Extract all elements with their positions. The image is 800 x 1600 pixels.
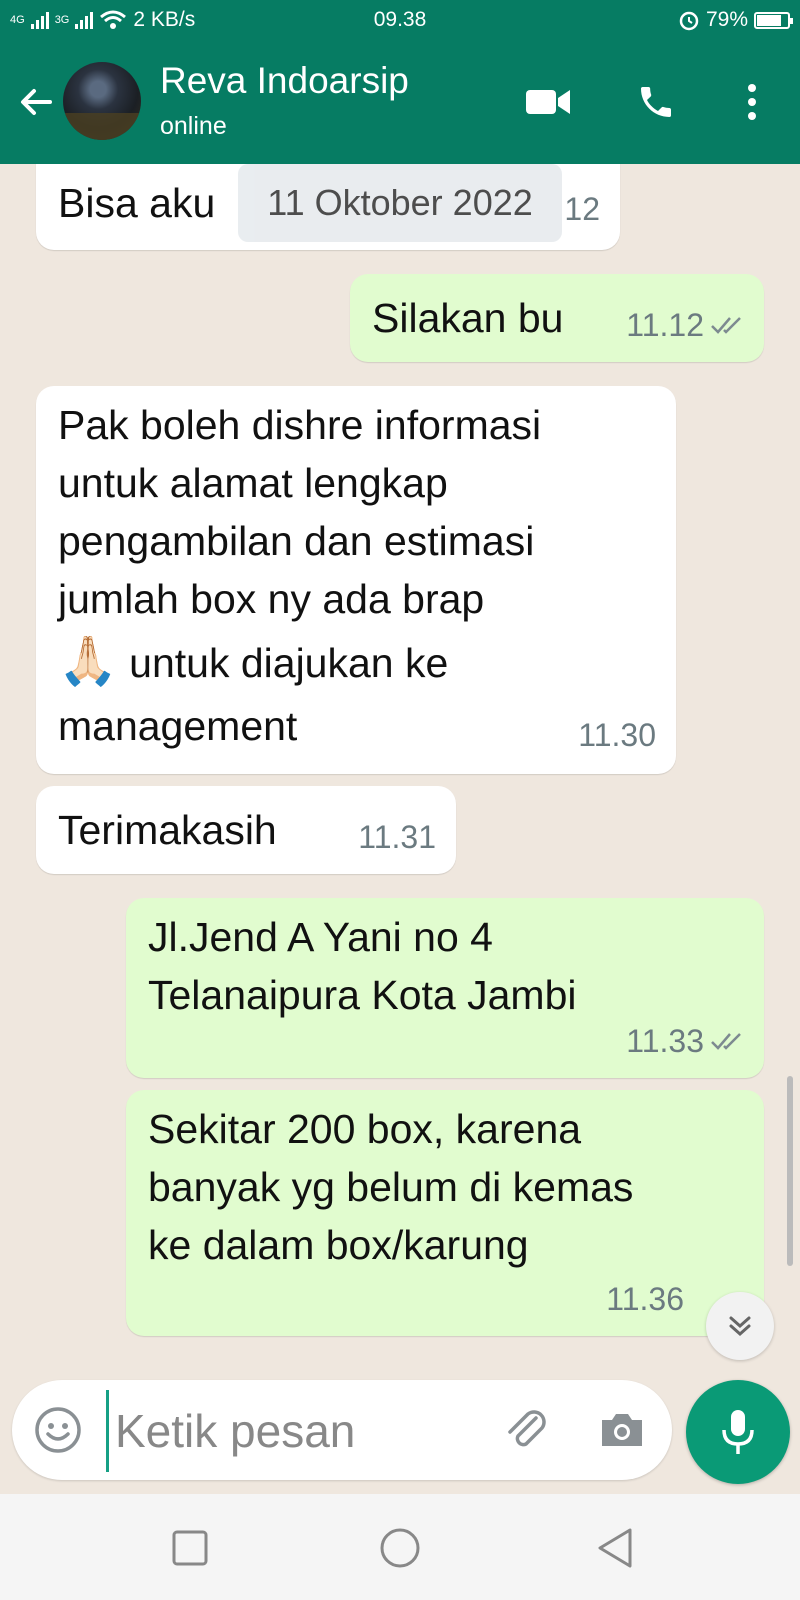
message-bubble-incoming[interactable]: Pak boleh dishre informasi untuk alamat … [36, 386, 676, 774]
double-chevron-down-icon [729, 1316, 751, 1337]
message-time: 11.36 [606, 1281, 684, 1317]
video-call-icon[interactable] [524, 78, 572, 126]
message-line: pengambilan dan estimasi [58, 518, 535, 564]
contact-name[interactable]: Reva Indoarsip [160, 60, 409, 102]
battery-percent: 79% [705, 8, 748, 31]
more-options-icon[interactable] [728, 78, 776, 126]
message-composer [12, 1380, 672, 1480]
message-time: 11.30 [578, 717, 656, 753]
message-line: Pak boleh dishre informasi [58, 402, 542, 448]
back-icon[interactable] [592, 1524, 640, 1572]
system-nav-bar [0, 1494, 800, 1600]
message-bubble-outgoing[interactable]: Silakan bu 11.12 [350, 274, 764, 362]
recents-icon[interactable] [166, 1524, 214, 1572]
message-input[interactable] [106, 1390, 477, 1472]
battery-fill [757, 14, 781, 26]
contact-status: online [160, 112, 227, 140]
voice-record-button[interactable] [686, 1380, 790, 1484]
chat-area[interactable]: Bisa aku 12 11 Oktober 2022 Silakan bu 1… [0, 164, 800, 1492]
double-check-icon [711, 1033, 741, 1050]
message-time: 12 [564, 191, 600, 227]
microphone-icon [722, 1410, 754, 1454]
message-bubble-incoming[interactable]: Terimakasih 11.31 [36, 786, 456, 874]
message-bubble-outgoing[interactable]: Jl.Jend A Yani no 4 Telanaipura Kota Jam… [126, 898, 764, 1078]
scrollbar[interactable] [787, 1076, 793, 1266]
message-line: jumlah box ny ada brap [58, 576, 485, 622]
message-text: Bisa aku [58, 180, 216, 226]
message-line: ke dalam box/karung [148, 1222, 529, 1268]
message-line: management [58, 703, 298, 749]
home-icon[interactable] [376, 1524, 424, 1572]
message-line: untuk alamat lengkap [58, 460, 448, 506]
status-right: 79% [678, 8, 793, 32]
message-line: Sekitar 200 box, karena [148, 1106, 582, 1152]
phone-icon[interactable] [632, 78, 680, 126]
date-chip: 11 Oktober 2022 [238, 164, 562, 242]
status-bar: 4G 3G 2 KB/s 09.38 79% [0, 0, 800, 40]
message-line: banyak yg belum di kemas [148, 1164, 634, 1210]
emoji-icon[interactable] [34, 1406, 82, 1454]
scroll-to-bottom-button[interactable] [706, 1292, 774, 1360]
double-check-icon [711, 317, 741, 334]
attach-icon[interactable] [500, 1404, 552, 1456]
message-bubble-outgoing[interactable]: Sekitar 200 box, karena banyak yg belum … [126, 1090, 764, 1336]
message-text: Terimakasih [58, 807, 277, 853]
alarm-icon [679, 11, 699, 31]
camera-icon[interactable] [596, 1404, 648, 1456]
message-meta: 11.36 [606, 1270, 684, 1328]
message-text: Silakan bu [372, 295, 564, 341]
message-time: 11.12 [626, 307, 704, 343]
message-meta: 11.33 [626, 1012, 744, 1070]
message-line: untuk diajukan ke [129, 640, 449, 686]
message-time: 11.33 [626, 1023, 704, 1059]
avatar[interactable] [63, 62, 141, 140]
message-time: 11.31 [358, 819, 436, 855]
message-meta: 11.12 [626, 296, 744, 354]
message-line: Jl.Jend A Yani no 4 [148, 914, 493, 960]
back-arrow-icon[interactable] [16, 82, 56, 122]
folded-hands-emoji: 🙏🏻 [58, 635, 118, 688]
battery-icon [754, 11, 793, 29]
chat-header: Reva Indoarsip online [0, 40, 800, 164]
